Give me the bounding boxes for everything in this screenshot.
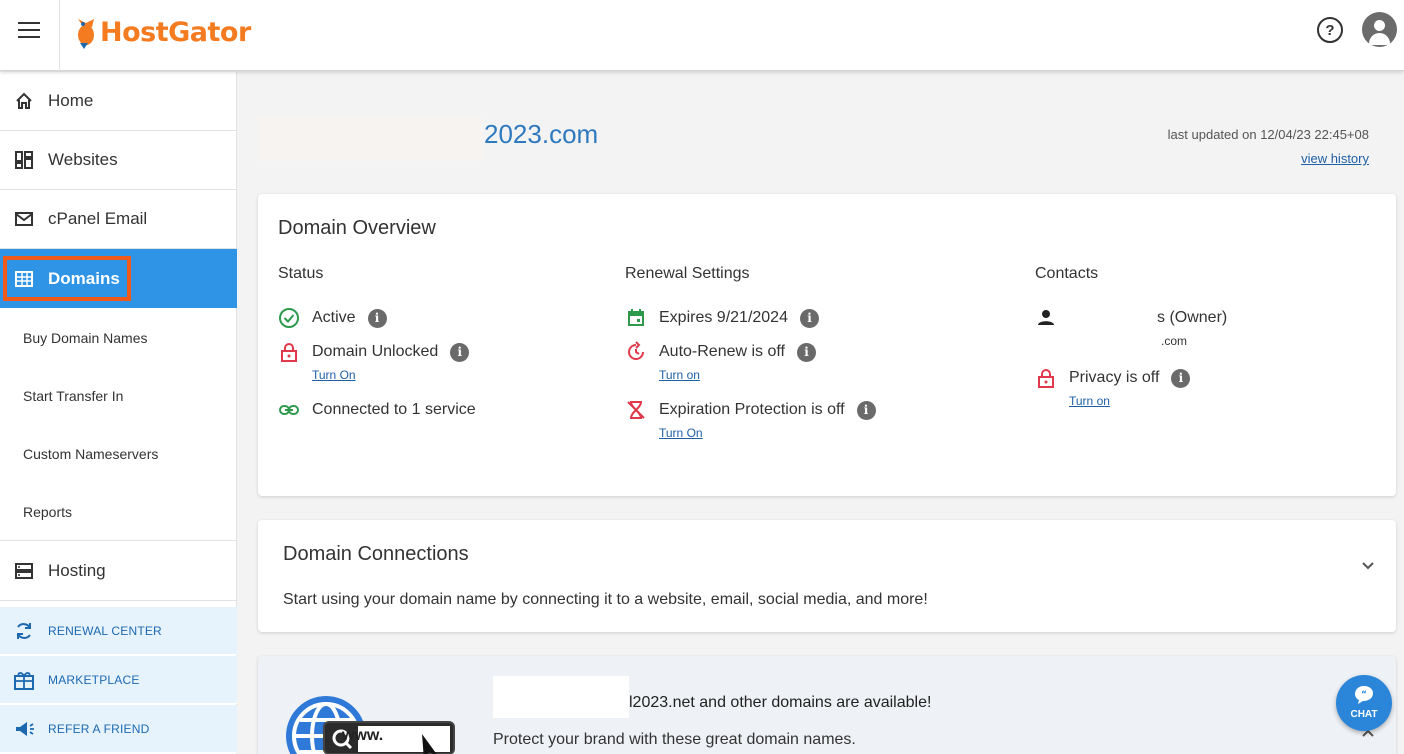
hamburger-menu-icon[interactable] — [18, 22, 40, 40]
mail-icon — [15, 212, 33, 226]
info-icon[interactable]: i — [1171, 368, 1191, 388]
info-icon[interactable]: i — [797, 342, 816, 362]
status-active-row: Active i — [278, 307, 387, 329]
info-icon[interactable]: i — [450, 342, 470, 362]
suggest-headline: l2023.net and other domains are availabl… — [629, 694, 932, 711]
contacts-owner-row: s (Owner) — [1035, 307, 1227, 329]
promo-label: MARKETPLACE — [48, 672, 140, 687]
calendar-icon — [628, 309, 644, 326]
privacy-turn-on-link[interactable]: Turn on — [1069, 394, 1110, 408]
info-icon[interactable]: i — [367, 308, 387, 328]
expiration-turn-on-link[interactable]: Turn On — [659, 426, 703, 440]
renewal-auto-renew-text: Auto-Renew is off — [659, 343, 785, 360]
renewal-expires-text: Expires 9/21/2024 — [659, 309, 788, 326]
contacts-privacy-row: Privacy is off i — [1035, 367, 1191, 389]
chat-button[interactable]: “ CHAT — [1336, 675, 1392, 731]
server-icon — [15, 563, 33, 579]
home-icon — [16, 92, 32, 109]
auto-renew-icon — [628, 341, 644, 360]
status-unlocked-text: Domain Unlocked — [312, 343, 439, 360]
renewal-expires-row: Expires 9/21/2024 i — [625, 307, 819, 329]
megaphone-icon — [16, 721, 34, 736]
brand-name: HostGator — [100, 16, 251, 48]
sidebar-item-websites[interactable]: Websites — [0, 131, 237, 190]
sidebar: Home Websites cPanel Email Domains Buy D… — [0, 72, 237, 754]
promo-label: RENEWAL CENTER — [48, 623, 162, 638]
sidebar-item-label: Home — [48, 91, 94, 110]
status-active-text: Active — [312, 309, 356, 326]
sidebar-item-label: Hosting — [48, 561, 106, 580]
www-label: www. — [342, 727, 384, 744]
sidebar-subitem-buy-domain-names[interactable]: Buy Domain Names — [0, 309, 237, 367]
person-icon — [1038, 310, 1054, 325]
sidebar-subitem-reports[interactable]: Reports — [0, 483, 237, 541]
card-title: Domain Connections — [283, 543, 469, 565]
unlock-turn-on-link[interactable]: Turn On — [312, 368, 356, 382]
svg-text:“: “ — [1361, 690, 1367, 700]
status-connected-text: Connected to 1 service — [312, 401, 476, 418]
domain-overview-card: Domain Overview Status Active i Domain U… — [258, 194, 1396, 496]
contacts-heading: Contacts — [1035, 265, 1099, 282]
sidebar-item-label: cPanel Email — [48, 209, 148, 228]
promo-label: REFER A FRIEND — [48, 721, 150, 736]
sidebar-item-label: Websites — [48, 150, 118, 169]
status-heading: Status — [278, 265, 324, 282]
auto-renew-turn-on-link[interactable]: Turn on — [659, 368, 700, 382]
redacted-suggest-prefix — [493, 676, 629, 718]
sidebar-subitem-custom-nameservers[interactable]: Custom Nameservers — [0, 425, 237, 483]
chevron-down-icon[interactable] — [1361, 561, 1375, 571]
renewal-expiration-row: Expiration Protection is off i — [625, 399, 876, 421]
sidebar-promo-marketplace[interactable]: MARKETPLACE — [0, 656, 237, 704]
top-header: HostGator ? — [0, 0, 1404, 71]
hostgator-logo[interactable]: HostGator — [72, 14, 251, 50]
status-connected-row: Connected to 1 service — [278, 399, 476, 421]
status-unlocked-row: Domain Unlocked i — [278, 341, 470, 363]
check-circle-icon — [279, 308, 299, 328]
sidebar-subitem-start-transfer-in[interactable]: Start Transfer In — [0, 367, 237, 425]
lock-open-icon — [281, 343, 297, 362]
dashboard-icon — [15, 151, 33, 169]
sidebar-item-home[interactable]: Home — [0, 72, 237, 131]
sidebar-item-domains[interactable]: Domains — [0, 249, 237, 308]
card-title: Domain Overview — [278, 217, 436, 239]
chat-bubble-icon: “ — [1355, 686, 1373, 704]
info-icon[interactable]: i — [856, 400, 876, 420]
renewal-expiration-text: Expiration Protection is off — [659, 401, 845, 418]
lock-open-icon — [1038, 369, 1054, 388]
page-title: 2023.com — [484, 119, 599, 149]
sidebar-promo-refer-a-friend[interactable]: REFER A FRIEND — [0, 705, 237, 753]
renewal-auto-renew-row: Auto-Renew is off i — [625, 341, 816, 363]
sidebar-promo-renewal-center[interactable]: RENEWAL CENTER — [0, 607, 237, 655]
domains-icon — [15, 270, 33, 287]
refresh-icon — [17, 622, 31, 639]
gator-logo-icon — [78, 19, 94, 49]
sidebar-item-cpanel-email[interactable]: cPanel Email — [0, 190, 237, 249]
hourglass-off-icon — [627, 401, 645, 419]
help-icon[interactable]: ? — [1317, 17, 1343, 43]
sidebar-item-label: Domains — [48, 268, 120, 288]
contacts-owner-text: s (Owner) — [1157, 309, 1228, 326]
chat-label: CHAT — [1350, 709, 1378, 720]
domain-suggestions-card: www. l2023.net and other domains are ava… — [258, 656, 1396, 754]
redacted-domain-prefix — [258, 115, 482, 161]
last-updated-text: last updated on 12/04/23 22:45+08 — [1167, 127, 1369, 142]
sidebar-item-hosting[interactable]: Hosting — [0, 542, 237, 601]
contacts-email-text: .com — [1161, 334, 1188, 348]
connections-description: Start using your domain name by connecti… — [283, 591, 928, 608]
view-history-link[interactable]: view history — [1301, 151, 1369, 166]
gift-icon — [14, 671, 34, 690]
suggest-subline: Protect your brand with these great doma… — [493, 731, 856, 748]
link-icon — [279, 405, 299, 415]
header-divider — [59, 0, 60, 71]
contacts-privacy-text: Privacy is off — [1069, 369, 1160, 386]
info-icon[interactable]: i — [799, 308, 819, 328]
account-avatar-icon[interactable] — [1362, 12, 1397, 47]
domain-connections-card[interactable]: Domain Connections Start using your doma… — [258, 520, 1396, 632]
renewal-heading: Renewal Settings — [625, 265, 750, 282]
